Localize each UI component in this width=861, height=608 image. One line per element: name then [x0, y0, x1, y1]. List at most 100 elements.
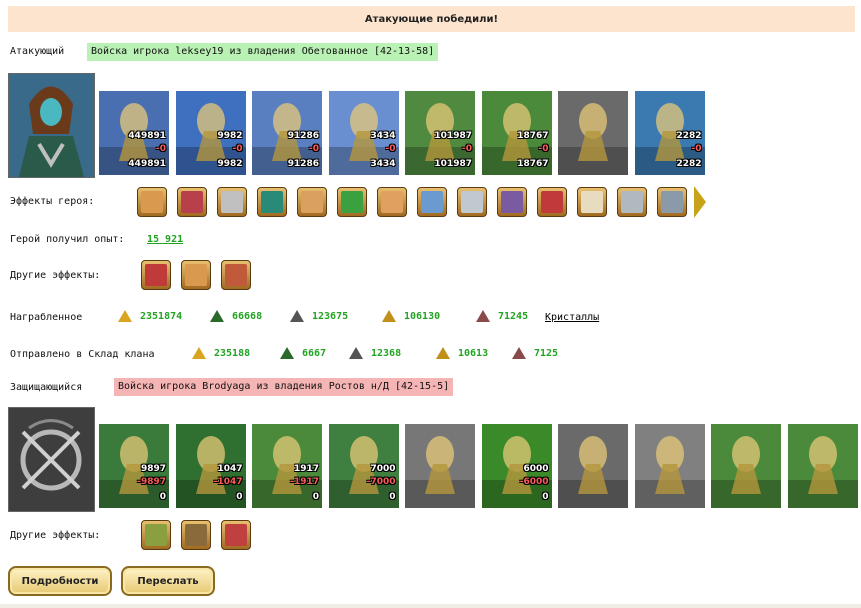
attacker-unit-count: -0 [156, 144, 166, 154]
hero-effect-icon[interactable] [177, 187, 207, 217]
hero-effect-icon[interactable] [137, 187, 167, 217]
defender-unit[interactable]: 7000 -7000 0 [328, 424, 399, 508]
defender-unit-count: 1917 [293, 464, 319, 474]
grain-icon [380, 307, 398, 325]
attacker-unit-count: 3434 [370, 131, 396, 141]
defender-unit-count: 0 [389, 492, 396, 502]
defender-unit[interactable] [558, 424, 628, 508]
other2-effect-icon[interactable] [221, 520, 251, 550]
other-effect-glyph [225, 264, 247, 286]
attacker-unit-count: 2282 [676, 131, 702, 141]
defender-hero-portrait[interactable] [8, 407, 95, 512]
attacker-unit-count: 9982 [217, 159, 243, 169]
attacker-unit[interactable]: 9982 -0 9982 [175, 91, 246, 175]
defender-unit-count: 7000 [370, 464, 396, 474]
hero-effect-icon[interactable] [337, 187, 367, 217]
hero-effect-icon[interactable] [657, 187, 687, 217]
defender-unit[interactable] [787, 424, 858, 508]
other-effect-icon[interactable] [221, 260, 251, 290]
forward-button[interactable]: Переслать [121, 566, 215, 596]
attacker-unit-count: 18767 [517, 131, 549, 141]
defender-unit-count: 0 [312, 492, 319, 502]
attacker-unit-count: -0 [385, 144, 396, 154]
loot-grain: 106130 [380, 307, 440, 325]
attacker-army-tag: Войска игрока leksey19 из владения Обето… [87, 43, 439, 61]
loot-ore: 123675 [288, 307, 348, 325]
defender-unit-count: -7000 [366, 477, 396, 487]
hero-effect-glyph [621, 191, 643, 213]
clan-gold: 235188 [190, 344, 250, 362]
defender-unit[interactable] [711, 424, 781, 508]
attacker-unit[interactable] [558, 91, 628, 175]
clan-value: 10613 [458, 347, 489, 359]
defender-unit[interactable]: 1917 -1917 0 [252, 424, 322, 508]
attacker-unit-count: 91286 [287, 131, 319, 141]
loot-value: 71245 [498, 310, 529, 322]
loot-value: 66668 [232, 310, 263, 322]
attacker-unit[interactable]: 91286 -0 91286 [252, 91, 322, 175]
defender-unit[interactable]: 1047 -1047 0 [175, 424, 246, 508]
defender-unit-count: 0 [236, 492, 243, 502]
attacker-unit-count: -0 [462, 144, 472, 154]
clan-value: 235188 [214, 347, 251, 359]
attacker-unit-count: 9982 [217, 131, 243, 141]
hero-effect-icon[interactable] [617, 187, 647, 217]
defender-unit[interactable]: 9897 -9897 0 [99, 424, 169, 508]
hero-effect-glyph [341, 191, 363, 213]
clan-value: 7125 [534, 347, 559, 359]
attacker-hero-portrait[interactable] [8, 73, 95, 178]
hero-effects-label: Эффекты героя: [10, 196, 95, 207]
hero-effect-glyph [541, 191, 563, 213]
hero-effect-glyph [661, 191, 683, 213]
attacker-label: Атакующий [10, 46, 65, 57]
next-effects-arrow[interactable] [694, 186, 706, 218]
hero-effect-icon[interactable] [377, 187, 407, 217]
attacker-unit[interactable]: 101987 -0 101987 [405, 91, 475, 175]
hero-effect-icon[interactable] [497, 187, 527, 217]
other2-effect-glyph [185, 524, 207, 546]
defender-unit[interactable]: 6000 -6000 0 [481, 424, 552, 508]
other-effect-icon[interactable] [181, 260, 211, 290]
hero-effect-glyph [501, 191, 523, 213]
other-effect-icon[interactable] [141, 260, 171, 290]
defender-army-tag: Войска игрока Brodyaga из владения Росто… [114, 378, 454, 396]
defender-unit[interactable] [634, 424, 705, 508]
defender-unit[interactable] [405, 424, 475, 508]
other2-effect-glyph [145, 524, 167, 546]
clan-stone: 7125 [510, 344, 558, 362]
attacker-unit-count: 449891 [128, 131, 166, 141]
hero-effect-icon[interactable] [457, 187, 487, 217]
defender-unit-count: 0 [542, 492, 549, 502]
attacker-unit-count: -0 [538, 144, 549, 154]
other2-effect-icon[interactable] [141, 520, 171, 550]
experience-value[interactable]: 15 921 [147, 234, 183, 245]
defender-unit-count: 6000 [523, 464, 549, 474]
hero-effect-icon[interactable] [257, 187, 287, 217]
loot-value: 2351874 [140, 310, 183, 322]
hero-effect-icon[interactable] [577, 187, 607, 217]
defender-unit-count: -9897 [137, 477, 166, 487]
clan-value: 12368 [371, 347, 402, 359]
clan-wood: 6667 [278, 344, 326, 362]
clan-label: Отправлено в Склад клана [10, 349, 155, 360]
loot-value: 123675 [312, 310, 349, 322]
defender-unit-count: -6000 [519, 477, 549, 487]
clan-value: 6667 [302, 347, 327, 359]
hero-effect-icon[interactable] [297, 187, 327, 217]
crystals-link[interactable]: Кристаллы [545, 312, 599, 323]
hero-effect-icon[interactable] [217, 187, 247, 217]
gold-icon [190, 344, 208, 362]
hero-effect-icon[interactable] [417, 187, 447, 217]
hero-effect-icon[interactable] [537, 187, 567, 217]
attacker-unit[interactable]: 3434 -0 3434 [328, 91, 399, 175]
hero-effect-glyph [261, 191, 283, 213]
wood-icon [278, 344, 296, 362]
details-button[interactable]: Подробности [8, 566, 112, 596]
hero-effect-glyph [581, 191, 603, 213]
other-effects-label: Другие эффекты: [10, 270, 101, 281]
attacker-unit[interactable]: 18767 -0 18767 [481, 91, 552, 175]
attacker-unit-count: -0 [691, 144, 702, 154]
attacker-unit[interactable]: 2282 -0 2282 [634, 91, 705, 175]
other2-effect-icon[interactable] [181, 520, 211, 550]
attacker-unit[interactable]: 449891 -0 449891 [99, 91, 169, 175]
